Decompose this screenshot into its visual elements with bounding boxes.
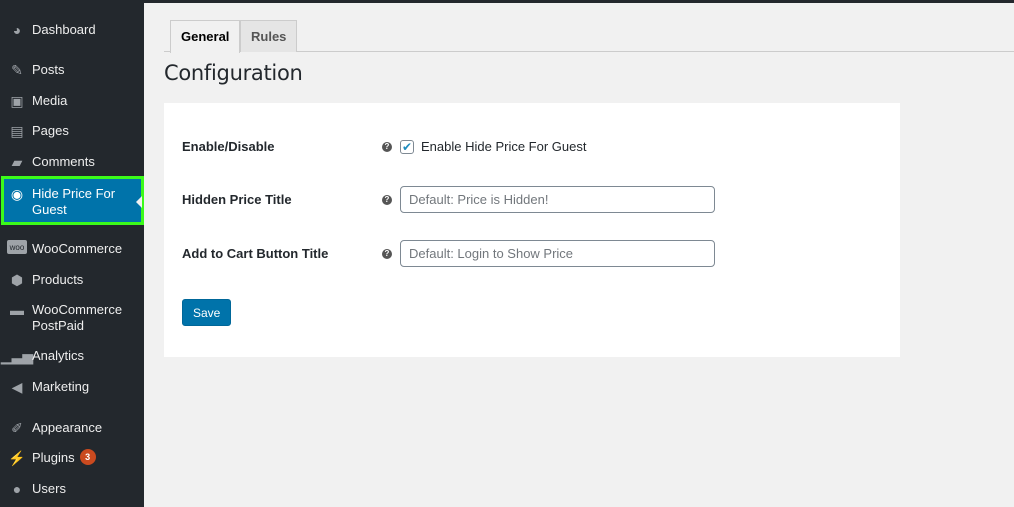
dashboard-icon: ◕ — [12, 22, 22, 38]
sidebar-item-pages[interactable]: ▤ Pages — [0, 122, 144, 140]
brush-icon: ✐ — [11, 419, 23, 436]
enable-label: Enable/Disable — [182, 139, 275, 154]
sidebar-item-appearance[interactable]: ✐ Appearance — [0, 419, 144, 437]
sidebar-item-posts[interactable]: ✎ Posts — [0, 61, 144, 79]
sidebar-item-dashboard[interactable]: ◕ Dashboard — [0, 21, 144, 39]
user-icon: ● — [12, 481, 22, 497]
pin-icon: ✎ — [11, 61, 23, 78]
sidebar-item-marketing[interactable]: ◀ Marketing — [0, 378, 144, 396]
update-count-badge: 3 — [79, 449, 96, 465]
configuration-panel: Enable/Disable ? ✔ Enable Hide Price For… — [164, 103, 900, 357]
tab-rules[interactable]: Rules — [240, 20, 298, 52]
box-icon: ⬢ — [10, 271, 24, 288]
admin-top-bar — [0, 0, 1014, 3]
help-icon[interactable]: ? — [382, 141, 392, 152]
help-icon[interactable]: ? — [382, 194, 392, 205]
plug-icon: ⚡ — [8, 449, 26, 466]
settings-tabs: General Rules — [164, 20, 1014, 53]
help-icon[interactable]: ? — [382, 248, 392, 259]
sidebar-item-comments[interactable]: ▰ Comments — [0, 153, 144, 171]
add-to-cart-title-input[interactable] — [400, 240, 715, 267]
tab-general[interactable]: General — [170, 20, 241, 53]
enable-row: Enable/Disable ? ✔ Enable Hide Price For… — [182, 139, 586, 154]
sidebar-item-woocommerce[interactable]: woo WooCommerce — [0, 240, 144, 257]
admin-sidebar: ◕ Dashboard ✎ Posts ▣ Media ▤ Pages ▰ Comment… — [0, 0, 144, 507]
enable-checkbox[interactable]: ✔ — [400, 139, 414, 154]
save-button[interactable]: Save — [182, 299, 232, 326]
sidebar-item-plugins[interactable]: ⚡ Plugins 3 — [0, 449, 144, 467]
sidebar-item-woocommerce-postpaid[interactable]: ▬ WooCommerce PostPaid — [0, 301, 144, 334]
hidden-price-title-row: Hidden Price Title ? — [182, 186, 715, 213]
add-to-cart-title-row: Add to Cart Button Title ? — [182, 240, 715, 267]
eye-icon: ◉ — [10, 185, 24, 202]
sidebar-item-products[interactable]: ⬢ Products — [0, 271, 144, 289]
bar-chart-icon: ▁▃▅ — [0, 347, 34, 364]
sidebar-item-hide-price-for-guest[interactable]: ◉ Hide Price For Guest — [1, 176, 144, 225]
comment-icon: ▰ — [11, 153, 23, 170]
media-icon: ▣ — [10, 92, 24, 109]
page-title: Configuration — [164, 61, 303, 85]
sidebar-item-analytics[interactable]: ▁▃▅ Analytics — [0, 347, 144, 365]
megaphone-icon: ◀ — [11, 378, 23, 395]
add-to-cart-title-label: Add to Cart Button Title — [182, 246, 329, 261]
sidebar-item-media[interactable]: ▣ Media — [0, 92, 144, 110]
postpaid-icon: ▬ — [10, 302, 24, 318]
enable-checkbox-label[interactable]: Enable Hide Price For Guest — [421, 139, 586, 154]
pages-icon: ▤ — [10, 122, 24, 139]
hidden-price-title-label: Hidden Price Title — [182, 192, 292, 207]
sidebar-item-users[interactable]: ● Users — [0, 480, 144, 498]
woo-icon: woo — [7, 240, 27, 254]
hidden-price-title-input[interactable] — [400, 186, 715, 213]
